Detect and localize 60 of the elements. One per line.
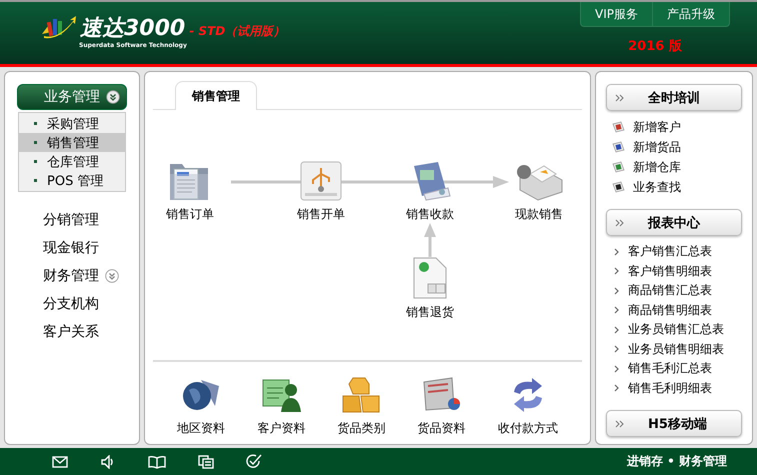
flow-node-label[interactable]: 销售开单 <box>297 206 345 223</box>
nav-item[interactable]: 财务管理 <box>43 267 99 285</box>
quick-link[interactable]: 货品类别 <box>337 420 386 437</box>
nav-item[interactable]: 分支机构 <box>43 295 99 313</box>
quick-link[interactable]: 客户资料 <box>257 420 306 437</box>
edition-label: - STD（试用版） <box>189 23 286 40</box>
panel-link[interactable]: 业务员销售明细表 <box>628 340 724 358</box>
section-header-button[interactable]: H5移动端 <box>606 410 742 437</box>
double-chevron-icon <box>615 420 624 428</box>
flow-arrow <box>424 223 436 257</box>
chevron-icon <box>614 326 619 334</box>
chevron-icon <box>614 248 619 256</box>
mail-icon[interactable] <box>52 454 68 468</box>
panel-link[interactable]: 商品销售明细表 <box>628 302 712 319</box>
boxes-icon <box>341 376 382 414</box>
chevron-icon <box>614 286 619 295</box>
panel-link[interactable]: 客户销售汇总表 <box>628 243 712 260</box>
section-header-button[interactable]: 报表中心 <box>606 209 742 236</box>
double-chevron-icon <box>615 94 624 102</box>
expand-icon[interactable] <box>106 90 120 104</box>
panel-link[interactable]: 销售毛利汇总表 <box>628 360 712 378</box>
panel-link[interactable]: 销售毛利明细表 <box>628 380 712 397</box>
flow-node-label[interactable]: 现款销售 <box>515 206 563 223</box>
double-chevron-icon <box>615 218 624 226</box>
chevron-icon <box>614 384 619 392</box>
check-circle-icon[interactable] <box>246 454 262 469</box>
quick-link[interactable]: 收付款方式 <box>498 420 558 437</box>
flow-node-label[interactable]: 销售订单 <box>166 206 214 223</box>
submenu-item[interactable]: POS 管理 <box>19 171 125 190</box>
footer-label: 进销存 • 财务管理 <box>626 453 727 470</box>
section-header-button[interactable]: 全时培训 <box>606 84 742 111</box>
header-link[interactable]: VIP服务 <box>581 2 652 26</box>
nav-item[interactable]: 客户关系 <box>43 323 99 341</box>
chevron-icon <box>614 267 619 276</box>
quick-link[interactable]: 货品资料 <box>418 420 466 437</box>
panel-link[interactable]: 客户销售明细表 <box>628 262 712 280</box>
chevron-icon <box>614 306 619 314</box>
brand-name: 速达3000 <box>80 16 186 42</box>
copy-icon[interactable] <box>198 454 214 468</box>
panel-link[interactable]: 商品销售汇总表 <box>628 282 712 300</box>
quick-link[interactable]: 地区资料 <box>177 420 226 437</box>
chevron-icon <box>614 364 619 373</box>
panel-link[interactable]: 业务查找 <box>633 178 681 196</box>
flow-node-label[interactable]: 销售退货 <box>406 304 454 321</box>
header-link[interactable]: 产品升级 <box>652 2 729 26</box>
version-label: 2016 版 <box>628 38 682 55</box>
panel-link[interactable]: 业务员销售汇总表 <box>628 321 724 338</box>
panel-link[interactable]: 新增仓库 <box>633 158 681 176</box>
flow-node-label[interactable]: 销售收款 <box>406 206 454 223</box>
tab[interactable]: 销售管理 <box>175 81 257 110</box>
nav-group-button[interactable]: 业务管理 <box>17 84 127 110</box>
chevron-icon <box>614 345 619 354</box>
submenu-item[interactable]: 销售管理 <box>19 133 125 152</box>
submenu-item[interactable]: 仓库管理 <box>19 152 125 171</box>
panel-link[interactable]: 新增货品 <box>633 138 681 156</box>
submenu-item[interactable]: 采购管理 <box>19 114 125 133</box>
nav-item[interactable]: 现金银行 <box>43 239 99 257</box>
nav-item[interactable]: 分销管理 <box>43 211 99 229</box>
panel-link[interactable]: 新增客户 <box>633 118 681 136</box>
expand-icon[interactable] <box>105 269 119 283</box>
